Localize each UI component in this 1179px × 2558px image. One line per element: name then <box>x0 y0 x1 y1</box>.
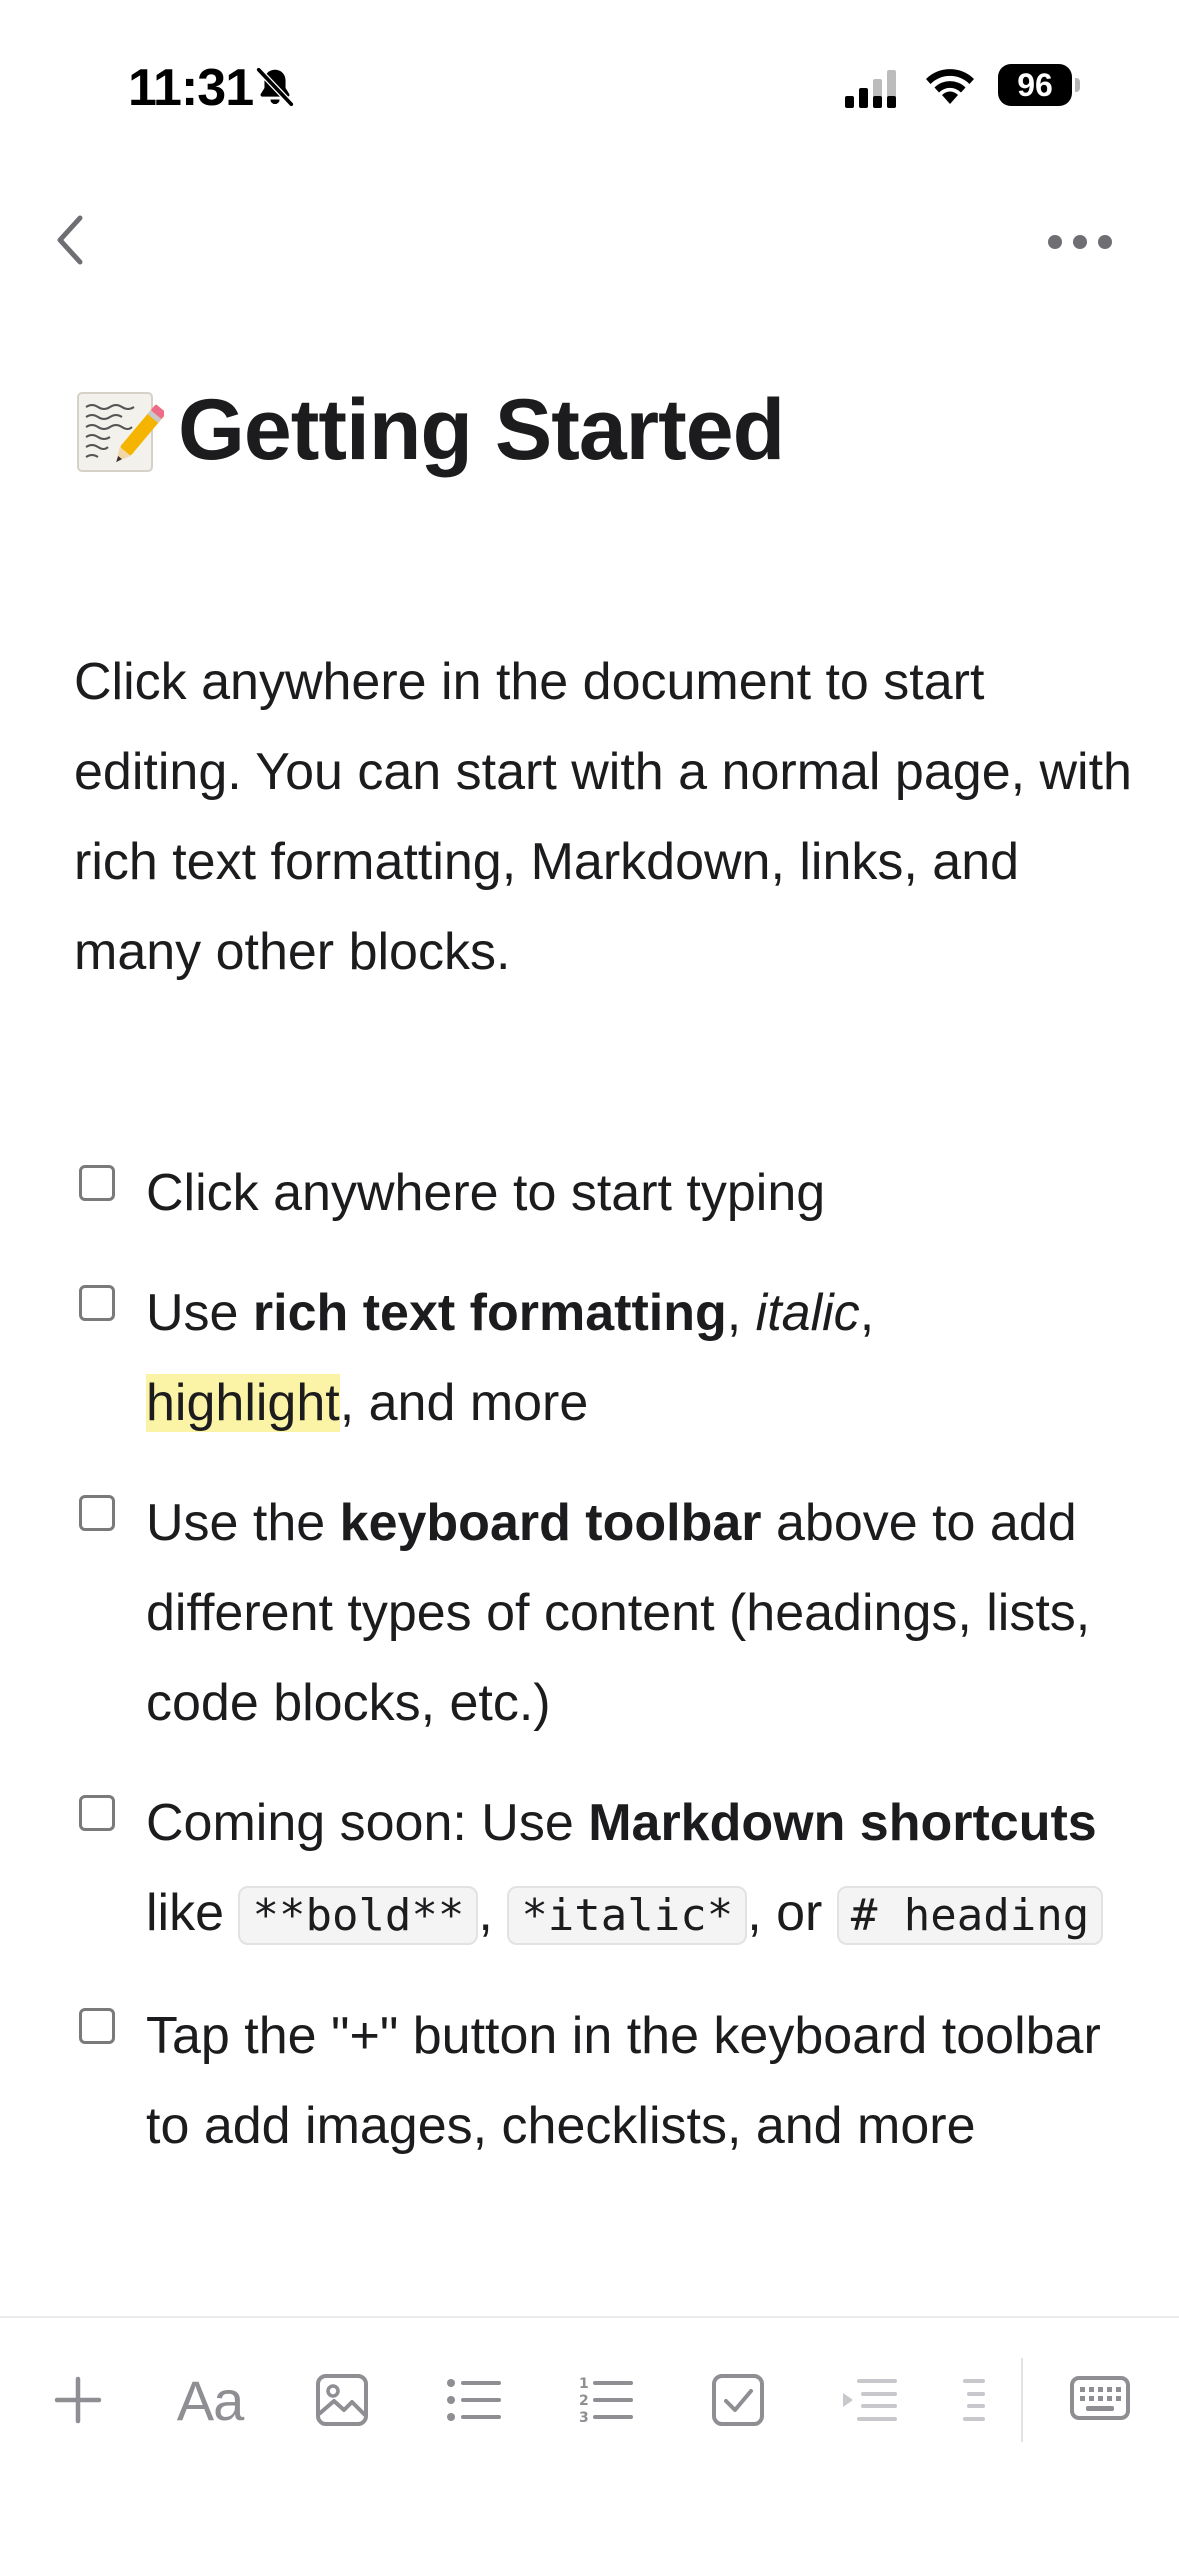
back-button[interactable] <box>44 208 96 272</box>
battery-tip <box>1075 78 1080 92</box>
plus-icon <box>54 2376 102 2424</box>
bulleted-list-button[interactable] <box>434 2358 514 2442</box>
title-row[interactable]: Getting Started <box>74 370 785 490</box>
keyboard-icon <box>1070 2376 1130 2420</box>
bold-text[interactable]: keyboard toolbar <box>340 1494 762 1552</box>
checklist-item[interactable]: Coming soon: Use Markdown shortcuts like… <box>74 1778 1134 1961</box>
checkbox[interactable] <box>79 1285 115 1321</box>
add-block-button[interactable] <box>38 2358 118 2442</box>
text-style-icon: Aa <box>176 2368 244 2432</box>
dismiss-keyboard-button[interactable] <box>1060 2358 1140 2442</box>
insert-image-button[interactable] <box>302 2358 382 2442</box>
highlight-text[interactable]: highlight <box>146 1374 340 1432</box>
text-run[interactable]: Coming soon: Use <box>146 1794 588 1852</box>
text-style-button[interactable]: Aa <box>170 2358 250 2442</box>
bold-text[interactable]: rich text formatting <box>253 1284 727 1342</box>
signal-icon <box>845 70 896 108</box>
intro-paragraph[interactable]: Click anywhere in the document to start … <box>74 637 1134 997</box>
checkbox[interactable] <box>79 1495 115 1531</box>
text-run[interactable]: , or <box>747 1884 837 1942</box>
text-run[interactable]: , <box>727 1284 756 1342</box>
italic-text[interactable]: italic <box>756 1284 860 1342</box>
inline-code[interactable]: *italic* <box>507 1886 748 1945</box>
checkbox-icon <box>712 2374 764 2426</box>
outdent-icon <box>963 2379 985 2421</box>
text-run[interactable]: Use the <box>146 1494 340 1552</box>
numbered-list-button[interactable]: 1 2 3 <box>566 2358 646 2442</box>
checklist-item[interactable]: Use rich text formatting, italic, highli… <box>74 1268 1134 1448</box>
checklist-item[interactable]: Use the keyboard toolbar above to add di… <box>74 1478 1134 1748</box>
battery-icon: 96 <box>998 64 1080 108</box>
chevron-left-icon <box>57 215 83 265</box>
text-run[interactable]: , <box>478 1884 507 1942</box>
text-run[interactable]: , and more <box>340 1374 589 1432</box>
checklist: Click anywhere to start typing Use rich … <box>74 1148 1134 2201</box>
text-run[interactable]: , <box>860 1284 874 1342</box>
checkbox[interactable] <box>79 2008 115 2044</box>
bell-slash-icon <box>255 66 295 108</box>
wifi-icon <box>926 69 974 104</box>
text-run[interactable]: Use <box>146 1284 253 1342</box>
checklist-item-text[interactable]: Tap the "+" button in the keyboard toolb… <box>146 2007 1101 2155</box>
page-title[interactable]: Getting Started <box>178 381 785 480</box>
checklist-button[interactable] <box>698 2358 778 2442</box>
checkbox[interactable] <box>79 1795 115 1831</box>
svg-text:3: 3 <box>579 2410 589 2426</box>
toolbar-divider <box>1021 2358 1023 2442</box>
checklist-item[interactable]: Click anywhere to start typing <box>74 1148 1134 1238</box>
battery-level: 96 <box>998 64 1072 106</box>
outdent-button[interactable] <box>944 2358 1004 2442</box>
more-options-button[interactable] <box>1040 220 1120 264</box>
bold-text[interactable]: Markdown shortcuts <box>588 1794 1097 1852</box>
indent-icon <box>843 2379 897 2421</box>
ellipsis-icon <box>1048 235 1112 249</box>
numbered-list-icon: 1 2 3 <box>579 2376 633 2426</box>
text-run[interactable]: like <box>146 1884 238 1942</box>
checklist-item[interactable]: Tap the "+" button in the keyboard toolb… <box>74 1991 1134 2171</box>
inline-code[interactable]: **bold** <box>238 1886 479 1945</box>
keyboard-toolbar: Aa 1 2 3 <box>0 2316 1179 2558</box>
svg-text:1: 1 <box>579 2376 589 2392</box>
inline-code[interactable]: # heading <box>836 1886 1104 1945</box>
indent-button[interactable] <box>830 2358 910 2442</box>
bulleted-list-icon <box>447 2379 501 2421</box>
checklist-item-text[interactable]: Click anywhere to start typing <box>146 1164 825 1222</box>
checkbox[interactable] <box>79 1165 115 1201</box>
image-icon <box>316 2374 368 2426</box>
svg-text:2: 2 <box>579 2393 589 2409</box>
status-bar: 11:31 96 <box>0 0 1179 170</box>
memo-icon[interactable] <box>74 385 164 475</box>
status-time: 11:31 <box>128 59 254 117</box>
